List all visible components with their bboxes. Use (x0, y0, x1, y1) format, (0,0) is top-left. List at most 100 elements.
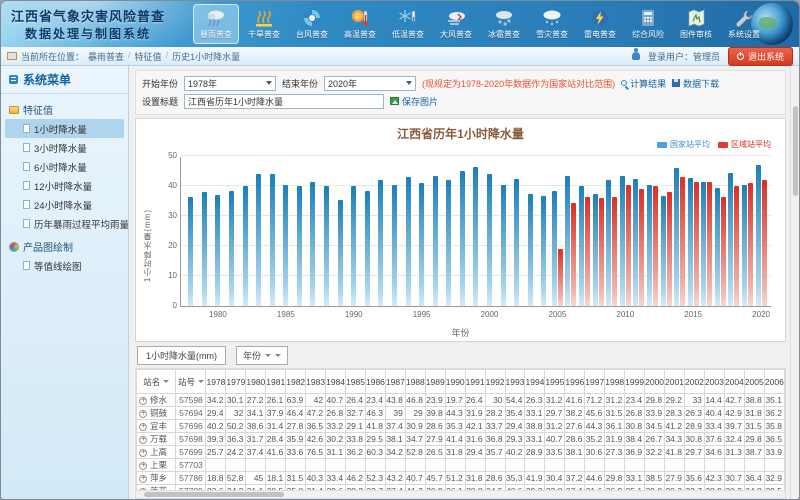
sidebar-item-历年暴雨过程平均雨量[interactable]: 历年暴雨过程平均雨量 (5, 214, 124, 233)
year-header[interactable]: 1988 (405, 370, 425, 394)
year-header[interactable]: 1984 (326, 370, 346, 394)
logout-button[interactable]: 退出系统 (728, 47, 793, 66)
year-header[interactable]: 2000 (645, 370, 665, 394)
nav-item-drought[interactable]: 干旱普查 (241, 4, 287, 44)
year-header[interactable]: 2003 (704, 370, 724, 394)
year-header[interactable]: 1980 (246, 370, 266, 394)
vscroll-thumb[interactable] (793, 106, 798, 196)
year-header[interactable]: 1989 (425, 370, 445, 394)
legend-regional[interactable]: 区域站平均 (718, 139, 771, 150)
y-tick-label: 0 (173, 301, 177, 310)
year-header[interactable]: 1991 (465, 370, 485, 394)
year-header[interactable]: 1978 (206, 370, 226, 394)
page-icon (23, 181, 30, 190)
year-header[interactable]: 1990 (445, 370, 465, 394)
row-expander-icon[interactable] (139, 423, 147, 431)
value-cell: 40.3 (306, 472, 326, 485)
end-year-select[interactable]: 2020年 (324, 76, 416, 91)
sidebar-item-12小时降水量[interactable]: 12小时降水量 (5, 176, 124, 195)
value-cell: 42.1 (465, 420, 485, 433)
station-id-header[interactable]: 站号 (176, 370, 206, 394)
value-cell (226, 459, 246, 472)
row-expander-icon[interactable] (139, 410, 147, 418)
sidebar-item-1小时降水量[interactable]: 1小时降水量 (5, 119, 124, 138)
year-header[interactable]: 1981 (266, 370, 286, 394)
nav-item-hail[interactable]: 冰雹普查 (481, 4, 527, 44)
year-header[interactable]: 1986 (365, 370, 385, 394)
year-header[interactable]: 1997 (585, 370, 605, 394)
nav-item-lightning[interactable]: 雷电普查 (577, 4, 623, 44)
year-header[interactable]: 2004 (724, 370, 744, 394)
nav-item-wind[interactable]: 大风普查 (433, 4, 479, 44)
breadcrumb-item[interactable]: 特征值 (135, 50, 162, 63)
year-header[interactable]: 2002 (684, 370, 704, 394)
row-expander-icon[interactable] (139, 397, 147, 405)
value-cell: 42.9 (724, 407, 744, 420)
year-header[interactable]: 2005 (744, 370, 764, 394)
sidebar-item-等值线绘图[interactable]: 等值线绘图 (5, 256, 124, 275)
vertical-scrollbar[interactable] (790, 66, 799, 499)
year-header[interactable]: 1994 (525, 370, 545, 394)
legend-national[interactable]: 国家站平均 (657, 139, 710, 150)
year-header[interactable]: 1995 (545, 370, 565, 394)
table-row: 上栗57703 (137, 459, 785, 472)
year-header[interactable]: 1982 (286, 370, 306, 394)
year-header[interactable]: 1999 (625, 370, 645, 394)
national-bar (528, 194, 533, 307)
value-cell: 38.1 (385, 433, 405, 446)
year-header[interactable]: 2001 (665, 370, 685, 394)
year-header[interactable]: 1998 (605, 370, 625, 394)
row-expander-icon[interactable] (139, 475, 147, 483)
breadcrumb-item[interactable]: 暴雨普查 (88, 50, 124, 63)
nav-item-typhoon[interactable]: 台风普查 (289, 4, 335, 44)
value-cell: 52.8 (405, 446, 425, 459)
sidebar-group-产品图绘制[interactable]: 产品图绘制 (5, 237, 124, 256)
breadcrumb-item[interactable]: 历史1小时降水量 (172, 50, 240, 63)
station-id-cell: 57696 (176, 420, 206, 433)
value-cell: 36.1 (605, 420, 625, 433)
row-expander-icon[interactable] (139, 436, 147, 444)
x-tick-label: 2000 (481, 310, 499, 319)
sidebar-group-特征值[interactable]: 特征值 (5, 100, 124, 119)
nav-item-wrench[interactable]: 系统设置 (721, 4, 767, 44)
year-header[interactable]: 1993 (505, 370, 525, 394)
year-header[interactable]: 1992 (485, 370, 505, 394)
sidebar-item-3小时降水量[interactable]: 3小时降水量 (5, 138, 124, 157)
year-header[interactable]: 2006 (764, 370, 784, 394)
chart-title-input[interactable] (184, 94, 384, 109)
value-cell: 38.1 (565, 446, 585, 459)
hscroll-thumb[interactable] (144, 492, 284, 497)
row-expander-icon[interactable] (139, 449, 147, 457)
download-button[interactable]: 数据下载 (672, 77, 719, 90)
nav-item-rainstorm[interactable]: 暴雨普查 (193, 4, 239, 44)
calculate-button[interactable]: 计算结果 (621, 77, 666, 90)
value-cell: 33.9 (645, 407, 665, 420)
bar-group-2006 (564, 157, 578, 306)
search-icon (621, 80, 627, 86)
year-header[interactable]: 1987 (385, 370, 405, 394)
year-filter-dropdown[interactable]: 年份 (236, 346, 288, 365)
year-header[interactable]: 1996 (565, 370, 585, 394)
year-header[interactable]: 1979 (226, 370, 246, 394)
row-expander-icon[interactable] (139, 462, 147, 470)
value-cell: 38.8 (744, 394, 764, 407)
save-image-button[interactable]: 保存图片 (390, 95, 438, 108)
nav-item-map[interactable]: 图件审核 (673, 4, 719, 44)
nav-item-low-temp[interactable]: 低温普查 (385, 4, 431, 44)
bar-group-2000: 2000 (483, 157, 497, 306)
nav-item-calculator[interactable]: 综合风险 (625, 4, 671, 44)
station-name: 萍乡 (150, 473, 167, 483)
value-cell: 54.4 (505, 394, 525, 407)
sidebar-item-24小时降水量[interactable]: 24小时降水量 (5, 195, 124, 214)
sidebar-item-6小时降水量[interactable]: 6小时降水量 (5, 157, 124, 176)
horizontal-scrollbar[interactable] (135, 490, 786, 499)
page-icon (23, 200, 30, 209)
nav-item-snow[interactable]: 雪灾普查 (529, 4, 575, 44)
nav-item-high-temp[interactable]: 高温普查 (337, 4, 383, 44)
value-cell (724, 459, 744, 472)
year-header[interactable]: 1983 (306, 370, 326, 394)
station-name-header[interactable]: 站名 (137, 370, 176, 394)
start-year-select[interactable]: 1978年 (184, 76, 276, 91)
year-header[interactable]: 1985 (346, 370, 366, 394)
station-name-cell: 上高 (137, 446, 176, 459)
